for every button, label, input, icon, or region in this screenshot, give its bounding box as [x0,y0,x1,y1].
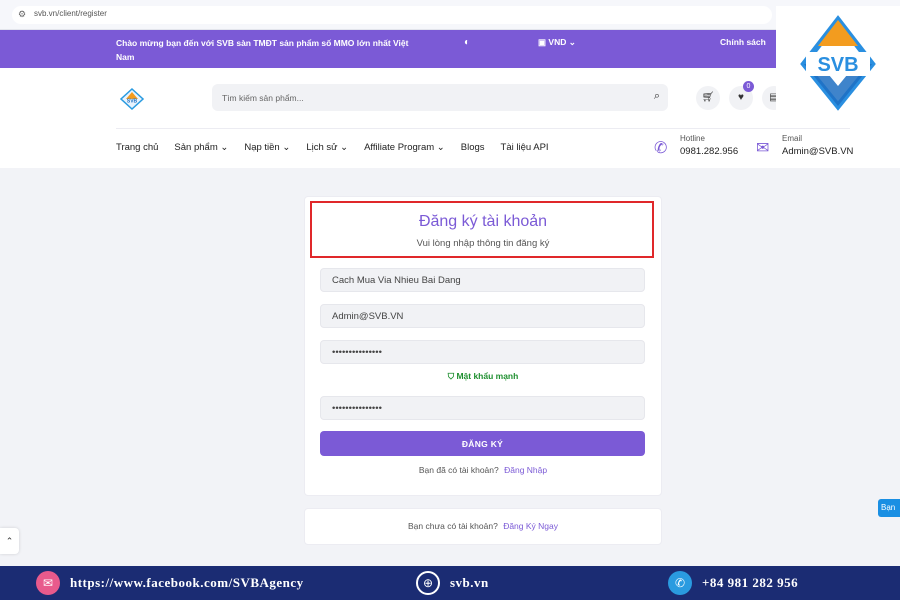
phone-icon: ✆ [668,571,692,595]
svb-brand-logo: SVB [800,15,876,111]
password-strength-indicator: ⛉ Mật khẩu mạnh [304,371,662,382]
mail-icon: ✉ [36,571,60,595]
facebook-contact[interactable]: ✉ https://www.facebook.com/SVBAgency [36,566,304,600]
password-field[interactable] [320,340,645,364]
login-prompt-text: Bạn đã có tài khoản? [418,465,499,475]
top-announcement-bar: Chào mừng bạn đến với SVB sàn TMĐT sản p… [0,30,900,68]
nav-item-home[interactable]: Trang chủ [116,142,158,156]
nav-item-api-docs[interactable]: Tài liệu API [501,142,549,156]
cart-button[interactable]: 🛒︎ [696,86,720,110]
nav-item-deposit[interactable]: Nạp tiền ⌄ [244,142,290,156]
contact-footer-banner: ✉ https://www.facebook.com/SVBAgency ⊕ s… [0,566,900,600]
website-contact[interactable]: ⊕ svb.vn [416,566,489,600]
hotline-label: Hotline [680,134,705,143]
email-value: Admin@SVB.VN [782,146,854,157]
welcome-text: Chào mừng bạn đến với SVB sàn TMĐT sản p… [116,38,409,62]
signup-link[interactable]: Đăng Ký Ngay [503,521,558,531]
currency-label: VND [548,37,567,47]
site-logo[interactable]: SVB [120,88,144,110]
mail-icon: ✉ [756,140,770,157]
chevron-up-icon: ⌃ [5,536,14,546]
phone-icon: ✆ [654,140,668,157]
chat-widget-tab[interactable]: Bạn [878,499,900,517]
nav-item-history[interactable]: Lịch sử ⌄ [306,142,348,156]
nav-item-affiliate[interactable]: Affiliate Program ⌄ [364,142,445,156]
register-button[interactable]: ĐĂNG KÝ [320,431,645,456]
search-input[interactable] [212,84,632,111]
heart-icon: ♥ [738,92,744,103]
search-icon[interactable]: ⌕ [654,90,660,103]
cart-icon: 🛒︎ [701,92,715,103]
login-prompt-line: Bạn đã có tài khoản? Đăng Nhập [304,465,662,475]
email-field[interactable] [320,304,645,328]
svg-text:SVB: SVB [817,54,858,76]
wallet-icon: ▣ [538,37,549,47]
wishlist-count-badge: 0 [743,81,754,92]
login-link[interactable]: Đăng Nhập [504,465,547,475]
browser-url-bar: ⚙ svb.vn/client/register [0,0,900,30]
password-strength-label: Mật khẩu mạnh [456,371,519,381]
site-header: SVB ⌕ 🛒︎ ♥ ▤ Trang chủ Sản phẩm ⌄ Nạp ti… [0,68,900,168]
scroll-to-top-button[interactable]: ⌃ [0,528,19,554]
register-subtitle: Vui lòng nhập thông tin đăng ký [416,238,550,249]
nav-item-products[interactable]: Sản phẩm ⌄ [174,142,228,156]
register-title: Đăng ký tài khoản [418,213,548,230]
address-url[interactable]: svb.vn/client/register [34,9,107,18]
nav-item-blogs[interactable]: Blogs [461,142,485,156]
email-label: Email [782,134,803,143]
confirm-password-field[interactable] [320,396,645,420]
main-navigation: Trang chủ Sản phẩm ⌄ Nạp tiền ⌄ Lịch sử … [116,142,549,156]
phone-number: +84 981 282 956 [702,575,799,590]
signup-prompt-text: Bạn chưa có tài khoản? [408,521,498,531]
header-divider [116,128,850,129]
globe-icon: ⊕ [416,571,440,595]
site-settings-icon[interactable]: ⚙ [18,9,26,20]
username-field[interactable] [320,268,645,292]
search-bar: ⌕ [212,84,668,111]
theme-toggle-icon[interactable]: ◐ [464,37,470,48]
website-url: svb.vn [450,575,489,590]
svg-text:SVB: SVB [127,99,138,105]
brand-logo-card: SVB [776,6,900,120]
signup-prompt-line: Bạn chưa có tài khoản? Đăng Ký Ngay [304,521,662,531]
currency-selector[interactable]: ▣ VND ⌄ [538,37,576,48]
address-bar[interactable]: ⚙ svb.vn/client/register [12,6,772,24]
hotline-value: 0981.282.956 [680,146,739,157]
policy-link[interactable]: Chính sách [720,37,766,47]
phone-contact[interactable]: ✆ +84 981 282 956 [668,566,798,600]
facebook-url: https://www.facebook.com/SVBAgency [70,575,304,590]
